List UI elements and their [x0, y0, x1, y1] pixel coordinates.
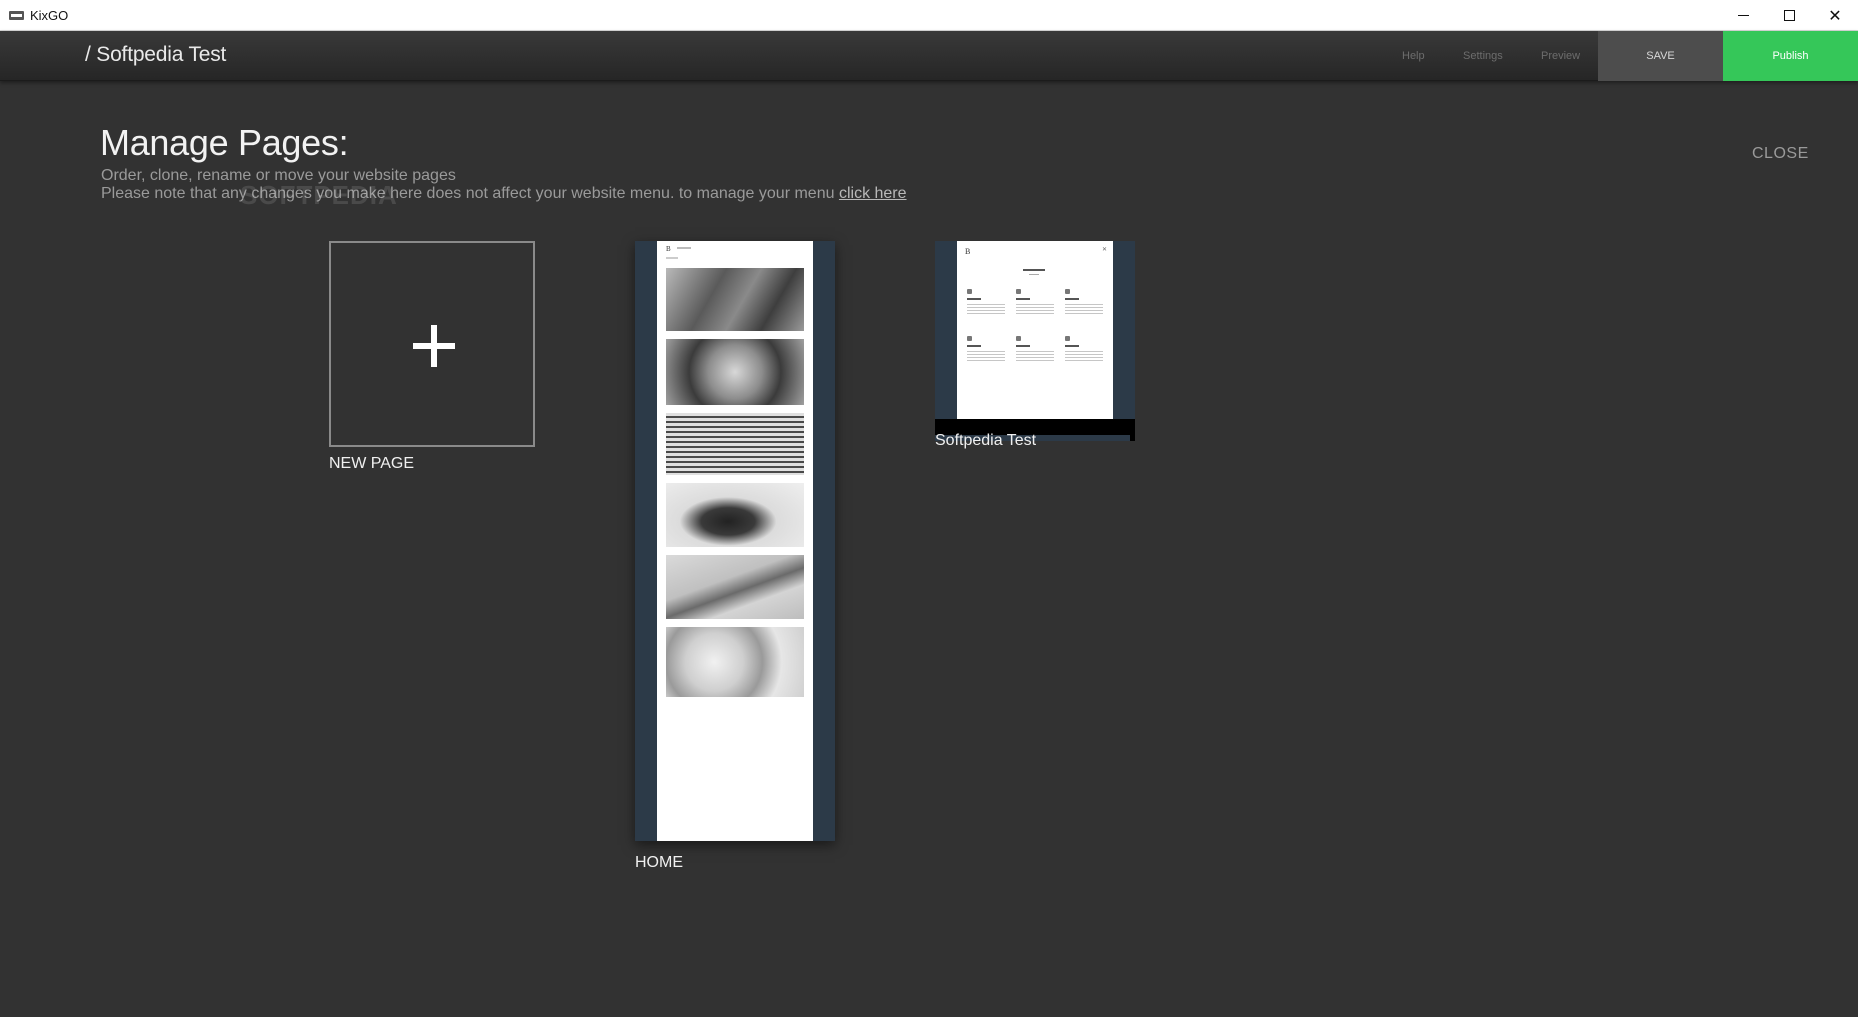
softpedia-page-preview: B ✕: [957, 241, 1113, 419]
close-window-button[interactable]: ✕: [1812, 0, 1858, 31]
close-icon: ✕: [1828, 7, 1842, 25]
maximize-icon: [1783, 10, 1795, 21]
minimize-button[interactable]: [1720, 0, 1766, 31]
menu-note-text: Please note that any changes you make he…: [101, 185, 835, 202]
gallery-photo: [666, 555, 804, 619]
close-button[interactable]: CLOSE: [1752, 145, 1809, 163]
service-block: [1016, 336, 1054, 363]
publish-button[interactable]: Publish: [1723, 31, 1858, 81]
mini-heading: [1023, 269, 1045, 271]
thumbnail-footer: [1130, 419, 1135, 441]
gallery-photo: [666, 627, 804, 697]
new-page-tile[interactable]: [329, 241, 535, 447]
preview-link[interactable]: Preview: [1541, 50, 1580, 62]
gallery-photo: [666, 413, 804, 475]
settings-link[interactable]: Settings: [1463, 50, 1503, 62]
mini-menu-icon: ✕: [1102, 247, 1108, 253]
gallery-photo: [666, 268, 804, 331]
mini-logo-icon: B: [965, 247, 971, 256]
menu-note: Please note that any changes you make he…: [101, 184, 907, 203]
mini-logo-icon: B: [666, 245, 671, 253]
service-block: [1065, 336, 1103, 363]
save-button[interactable]: SAVE: [1598, 31, 1723, 81]
app-topbar: / Softpedia Test Help Settings Preview S…: [0, 31, 1858, 81]
site-title[interactable]: / Softpedia Test: [85, 43, 226, 67]
service-block: [967, 336, 1005, 363]
help-link[interactable]: Help: [1402, 50, 1425, 62]
plus-icon: [413, 325, 455, 367]
service-block: [967, 289, 1005, 316]
gallery-photo: [666, 339, 804, 405]
softpedia-page-label: Softpedia Test: [935, 432, 1037, 449]
maximize-button[interactable]: [1766, 0, 1812, 31]
service-block: [1016, 289, 1054, 316]
home-page-label: HOME: [635, 854, 683, 871]
mini-heading: [1029, 274, 1039, 275]
new-page-label: NEW PAGE: [329, 455, 415, 472]
gallery-photo: [666, 483, 804, 547]
home-page-thumbnail[interactable]: B: [635, 241, 835, 841]
window-titlebar: KixGO ✕: [0, 0, 1858, 31]
mini-nav: [677, 247, 691, 249]
page-title: Manage Pages:: [100, 122, 349, 163]
window-title: KixGO: [30, 8, 69, 23]
manage-menu-link[interactable]: click here: [839, 185, 907, 202]
softpedia-page-thumbnail[interactable]: B ✕: [935, 241, 1135, 441]
app-icon: [9, 11, 24, 20]
mini-nav: [666, 257, 678, 259]
service-block: [1065, 289, 1103, 316]
watermark: SOFTPEDIA: [240, 180, 398, 210]
minimize-icon: [1737, 15, 1749, 16]
home-page-preview: B: [657, 241, 813, 841]
